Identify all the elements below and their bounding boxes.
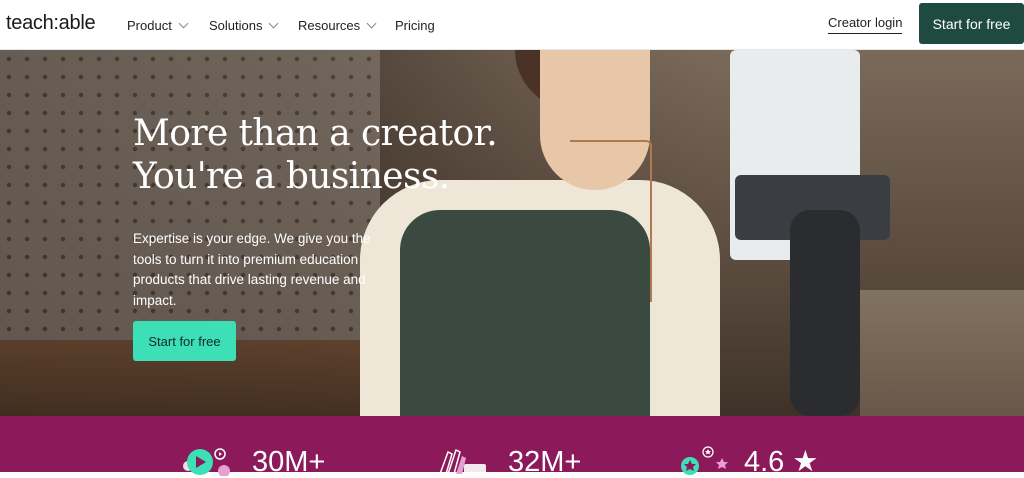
hero-title-line-1: More than a creator. (133, 113, 498, 154)
hero-title-line-2: You're a business. (133, 156, 450, 197)
hero-title: More than a creator. You're a business. (133, 112, 573, 198)
stat-value: 4.6 ★ (744, 446, 819, 478)
nav-item-label: Resources (298, 17, 361, 33)
nav-item-label: Product (127, 17, 172, 33)
hero-photo-workbench (860, 290, 1024, 416)
stat-item: 32M+ (436, 446, 581, 478)
nav-item-pricing[interactable]: Pricing (395, 0, 435, 50)
start-for-free-button[interactable]: Start for free (919, 3, 1024, 44)
hero-photo-tripod (790, 210, 860, 416)
stat-value: 32M+ (508, 446, 582, 478)
hero-subtitle: Expertise is your edge. We give you the … (133, 231, 371, 308)
chevron-down-icon (178, 18, 189, 28)
top-navigation: teach:able Product Solutions Resources P… (0, 0, 1024, 50)
stat-item: 4.6 ★ (678, 446, 818, 478)
nav-item-label: Solutions (209, 17, 263, 33)
creator-login-link[interactable]: Creator login (828, 15, 903, 34)
hero-photo-jewelry-saw (570, 140, 652, 302)
chevron-down-icon (366, 18, 377, 28)
nav-item-product[interactable]: Product (127, 0, 189, 50)
stats-band: 30M+ 32M+ 4.6 ★ (0, 416, 1024, 478)
nav-item-solutions[interactable]: Solutions (209, 0, 279, 50)
chevron-down-icon (269, 18, 279, 28)
nav-item-resources[interactable]: Resources (298, 0, 377, 50)
nav-item-label: Pricing (395, 17, 435, 33)
hero-start-for-free-button[interactable]: Start for free (133, 321, 236, 361)
teachable-logo[interactable]: teach:able (6, 12, 96, 35)
stat-item: 30M+ (180, 446, 325, 478)
stat-value: 30M+ (252, 446, 326, 478)
